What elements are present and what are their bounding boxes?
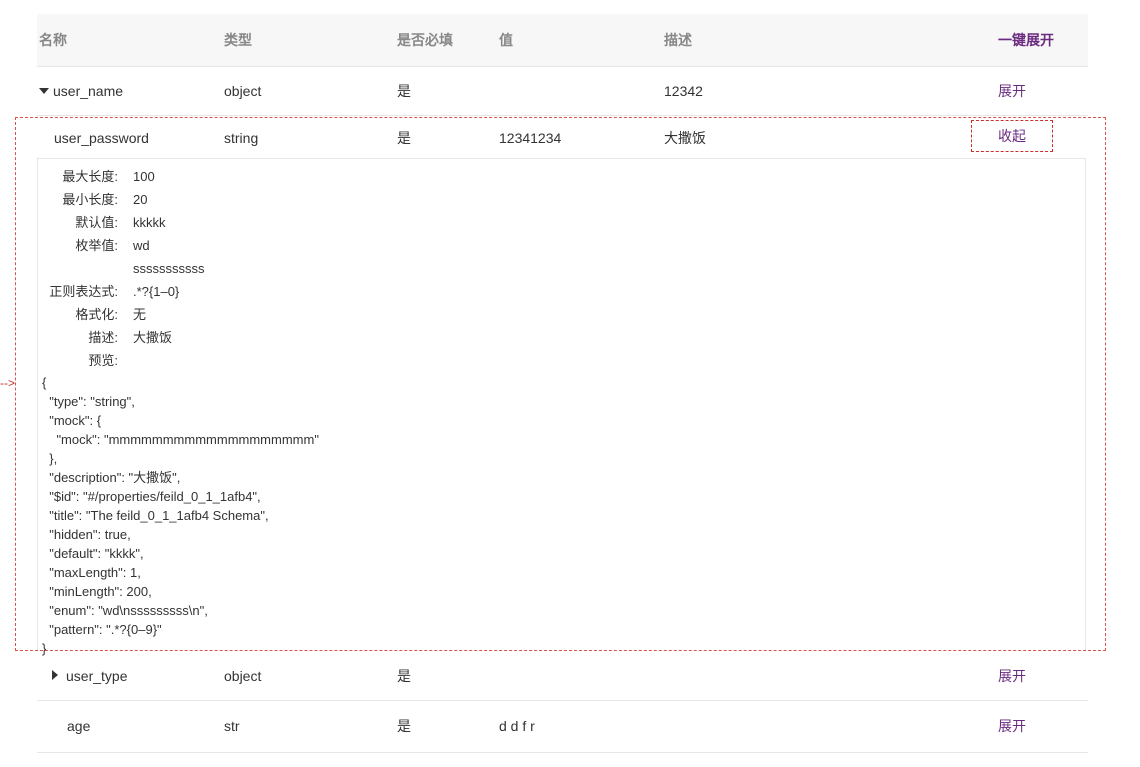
header-description: 描述 xyxy=(664,32,692,48)
detail-max-length: 最大长度: 100 xyxy=(62,169,155,184)
row-description: 大撒饭 xyxy=(664,130,706,146)
caret-right-icon[interactable] xyxy=(52,670,58,680)
header-name: 名称 xyxy=(39,32,67,48)
row-value: d d f r xyxy=(499,718,535,734)
row-type: object xyxy=(224,83,262,99)
detail-panel: 最大长度: 100 最小长度: 20 默认值: kkkkk 枚举值: wd ss… xyxy=(37,158,1086,656)
detail-pattern: 正则表达式: .*?{1–0} xyxy=(49,284,180,299)
collapse-button[interactable]: 收起 xyxy=(971,120,1053,152)
json-preview: { "type": "string", "mock": { "mock": "m… xyxy=(42,375,319,656)
table-row-expanded: user_password string 是 12341234 大撒饭 收起 xyxy=(37,118,1088,158)
row-type: object xyxy=(224,668,262,684)
expand-all-button[interactable]: 一键展开 xyxy=(998,32,1054,48)
header-type: 类型 xyxy=(224,32,252,48)
detail-min-length: 最小长度: 20 xyxy=(62,192,148,207)
arrow-right-icon: --> xyxy=(0,376,15,390)
row-name: user_name xyxy=(53,83,124,99)
detail-default: 默认值: kkkkk xyxy=(75,215,166,230)
detail-enum: 枚举值: wd xyxy=(75,238,150,253)
row-name: user_password xyxy=(54,130,149,146)
row-name: age xyxy=(67,718,91,734)
expand-button[interactable]: 展开 xyxy=(998,668,1026,684)
row-name-cell[interactable]: user_type xyxy=(52,668,127,684)
expand-button[interactable]: 展开 xyxy=(998,83,1026,99)
table-row: user_type object 是 展开 xyxy=(37,652,1088,701)
detail-description: 描述: 大撒饭 xyxy=(88,330,173,345)
header-required: 是否必填 xyxy=(397,32,453,48)
row-required: 是 xyxy=(397,668,411,684)
row-required: 是 xyxy=(397,718,411,734)
table-row: age str 是 d d f r 展开 xyxy=(37,702,1088,753)
row-type: str xyxy=(224,718,240,734)
row-required: 是 xyxy=(397,130,411,146)
detail-format: 格式化: 无 xyxy=(75,307,147,322)
expand-button[interactable]: 展开 xyxy=(998,718,1026,734)
table-row: user_name object 是 12342 展开 xyxy=(37,67,1088,116)
row-name-cell[interactable]: user_name xyxy=(39,83,123,99)
row-required: 是 xyxy=(397,83,411,99)
row-name: user_type xyxy=(66,668,128,684)
detail-preview: 预览: xyxy=(88,353,118,368)
caret-down-icon[interactable] xyxy=(39,88,49,94)
row-value: 12341234 xyxy=(499,130,562,146)
row-type: string xyxy=(224,130,259,146)
detail-enum-2: sssssssssss xyxy=(133,261,205,276)
header-value: 值 xyxy=(499,32,513,48)
table-header: 名称 类型 是否必填 值 描述 一键展开 xyxy=(37,14,1088,67)
row-description: 12342 xyxy=(664,83,703,99)
